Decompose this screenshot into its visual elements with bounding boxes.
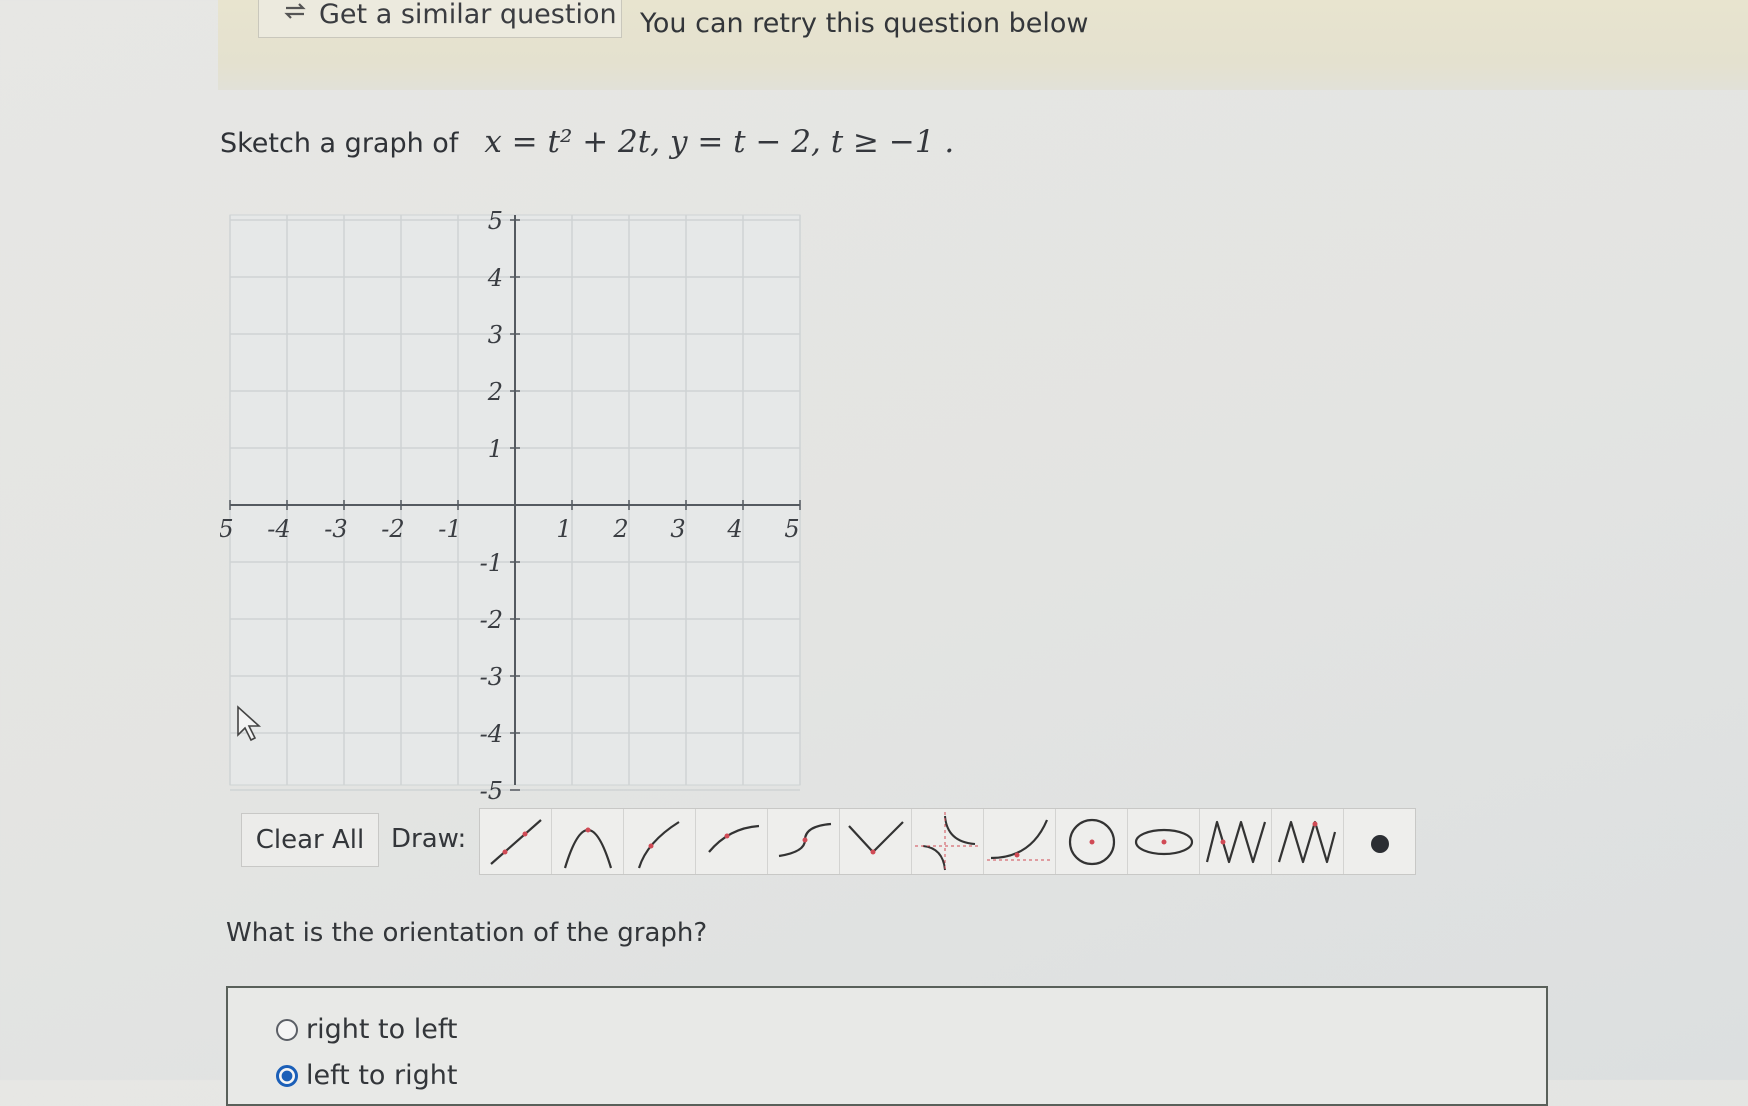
cosine-wave-tool[interactable] (1272, 809, 1344, 874)
orientation-question: What is the orientation of the graph? (226, 918, 708, 948)
radio-right-to-left[interactable] (276, 1018, 298, 1041)
sqrt-curve-tool[interactable] (624, 809, 696, 874)
absolute-value-tool[interactable] (840, 809, 912, 874)
point-icon (1370, 834, 1389, 853)
similar-question-button[interactable]: Get a similar question (258, 0, 622, 38)
x-tick-label: 1 (556, 515, 571, 543)
x-tick-label: -2 (381, 515, 404, 543)
x-tick-label: 2 (612, 515, 628, 543)
x-tick-label: -5 (220, 515, 234, 543)
log-curve-tool[interactable] (696, 809, 768, 874)
circle-tool[interactable] (1056, 809, 1128, 874)
y-tick-label: 5 (488, 207, 503, 235)
refresh-icon (281, 0, 309, 32)
clear-all-button[interactable]: Clear All (241, 813, 379, 867)
y-tick-label: -5 (480, 777, 503, 805)
answer-box: right to left left to right (226, 986, 1548, 1106)
circle-icon (1068, 818, 1115, 865)
sine-wave-icon (1205, 820, 1266, 863)
cubic-curve-tool[interactable] (768, 809, 840, 874)
rational-curve-tool[interactable] (912, 809, 984, 874)
y-tick-label: -1 (480, 549, 503, 577)
y-tick-label: -3 (480, 663, 503, 691)
exponential-curve-tool[interactable] (984, 809, 1056, 874)
similar-question-label: Get a similar question (319, 0, 617, 30)
draw-toolbar: Clear All Draw: (241, 808, 1416, 875)
point-tool[interactable] (1344, 809, 1415, 874)
line-segment-tool[interactable] (480, 809, 552, 874)
y-tick-label: 1 (488, 435, 503, 463)
parabola-tool[interactable] (552, 809, 624, 874)
x-tick-label: -3 (324, 515, 347, 543)
parabola-icon (563, 827, 612, 868)
sqrt-curve-icon (637, 820, 680, 868)
option-right-to-left[interactable]: right to left (276, 1014, 457, 1045)
prompt-lead: Sketch a graph of (220, 128, 459, 159)
y-tick-label: 2 (487, 378, 503, 406)
sine-wave-tool[interactable] (1200, 809, 1272, 874)
x-tick-label: 5 (784, 515, 799, 543)
parametric-equation: x = t² + 2t, y = t − 2, t ≥ −1 . (484, 124, 955, 160)
cosine-wave-icon (1277, 820, 1336, 863)
ellipse-icon (1134, 828, 1193, 855)
option-label: left to right (306, 1060, 458, 1091)
option-label: right to left (306, 1014, 458, 1045)
absolute-value-icon (847, 820, 904, 854)
draw-label: Draw: (391, 824, 467, 854)
question-prompt: Sketch a graph of x = t² + 2t, y = t − 2… (220, 124, 954, 160)
cubic-curve-icon (778, 822, 831, 857)
radio-left-to-right[interactable] (276, 1064, 298, 1087)
draw-tools (479, 808, 1416, 875)
y-tick-label: 3 (488, 321, 503, 349)
line-segment-icon (489, 818, 542, 865)
log-curve-icon (707, 824, 759, 853)
exponential-curve-icon (986, 819, 1053, 860)
x-tick-label: -4 (267, 515, 290, 543)
option-left-to-right[interactable]: left to right (276, 1060, 457, 1091)
x-tick-label: 3 (670, 515, 685, 543)
x-tick-label: 4 (726, 515, 742, 543)
retry-message: You can retry this question below (640, 8, 1089, 39)
graph-canvas[interactable]: -5 -4 -3 -2 -1 1 2 3 4 5 5 4 3 2 1 -1 -2 -3 -4 -5 (210, 205, 820, 809)
y-tick-label: -2 (480, 606, 503, 634)
y-tick-label: -4 (480, 720, 503, 748)
x-tick-label: -1 (438, 515, 461, 543)
ellipse-tool[interactable] (1128, 809, 1200, 874)
y-tick-label: 4 (487, 264, 503, 292)
rational-curve-icon (914, 811, 981, 872)
